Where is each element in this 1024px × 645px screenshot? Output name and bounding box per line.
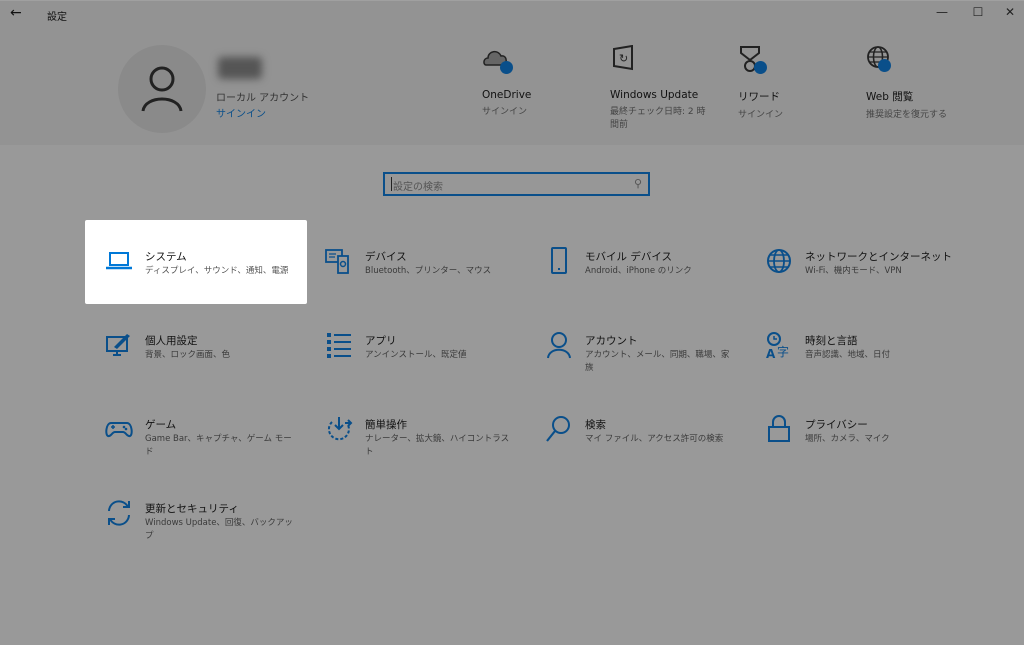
- globe-icon: [767, 249, 791, 273]
- tile-title: プライバシー: [805, 419, 868, 431]
- tile-search[interactable]: 検索 マイ ファイル、アクセス許可の検索: [525, 388, 747, 472]
- rewards-icon: [738, 45, 768, 75]
- phone-icon: [551, 247, 567, 274]
- search-placeholder: 設定の検索: [393, 182, 443, 193]
- lock-icon: [768, 415, 790, 442]
- tile-subtitle: Game Bar、キャプチャ、ゲーム モード: [145, 434, 292, 457]
- svg-text:A: A: [766, 347, 776, 359]
- tile-subtitle: ディスプレイ、サウンド、通知、電源: [145, 266, 289, 276]
- maximize-button[interactable]: ☐: [968, 5, 988, 19]
- globe-icon: [866, 45, 896, 75]
- time-language-icon: A字: [766, 332, 789, 359]
- svg-text:↻: ↻: [619, 52, 628, 65]
- header-item-windows-update[interactable]: ↻ Windows Update 最終チェック日時: 2 時間前: [610, 44, 710, 132]
- header-item-onedrive[interactable]: OneDrive サインイン: [482, 45, 582, 119]
- update-icon: ↻: [610, 44, 640, 75]
- apps-list-icon: [327, 333, 351, 358]
- tile-subtitle: 音声認識、地域、日付: [805, 350, 891, 360]
- svg-text:字: 字: [777, 344, 789, 359]
- tile-title: ネットワークとインターネット: [805, 251, 952, 263]
- tile-title: 検索: [585, 419, 606, 431]
- back-button[interactable]: ←: [10, 5, 22, 21]
- tile-apps-list[interactable]: アプリ アンインストール、既定値: [305, 304, 527, 388]
- laptop-icon: [106, 252, 132, 270]
- tile-gamepad[interactable]: ゲーム Game Bar、キャプチャ、ゲーム モード: [85, 388, 307, 472]
- user-name-blurred: [218, 57, 262, 79]
- tile-title: モバイル デバイス: [585, 251, 673, 263]
- search-input[interactable]: 設定の検索 ⚲: [383, 172, 650, 196]
- tile-subtitle: アカウント、メール、同期、職場、家族: [585, 350, 730, 373]
- search-icon: ⚲: [633, 177, 642, 190]
- tile-title: システム: [145, 251, 187, 263]
- tile-title: アプリ: [365, 335, 397, 347]
- tile-subtitle: Bluetooth、プリンター、マウス: [365, 266, 492, 276]
- devices-icon: [325, 249, 349, 274]
- personalization-icon: [106, 334, 130, 356]
- tile-lock[interactable]: プライバシー 場所、カメラ、マイク: [745, 388, 967, 472]
- close-button[interactable]: ✕: [1000, 5, 1020, 19]
- window-title: 設定: [47, 12, 67, 23]
- tile-subtitle: マイ ファイル、アクセス許可の検索: [585, 434, 724, 444]
- header-item-web-browsing[interactable]: Web 閲覧 推奨設定を復元する: [866, 45, 966, 122]
- tile-subtitle: Android、iPhone のリンク: [585, 266, 692, 276]
- minimize-button[interactable]: —: [932, 5, 952, 19]
- tile-phone[interactable]: モバイル デバイス Android、iPhone のリンク: [525, 220, 747, 304]
- tile-time-language[interactable]: A字 時刻と言語 音声認識、地域、日付: [745, 304, 967, 388]
- person-icon: [141, 66, 183, 112]
- tile-subtitle: ナレーター、拡大鏡、ハイコントラスト: [365, 434, 510, 457]
- tile-ease-of-access[interactable]: 簡単操作 ナレーター、拡大鏡、ハイコントラスト: [305, 388, 527, 472]
- tile-personalization[interactable]: 個人用設定 背景、ロック画面、色: [85, 304, 307, 388]
- tile-subtitle: アンインストール、既定値: [365, 350, 467, 360]
- signin-link[interactable]: サインイン: [216, 105, 266, 120]
- account-type: ローカル アカウント: [216, 93, 310, 104]
- tile-title: 時刻と言語: [805, 335, 858, 347]
- tile-subtitle: Wi-Fi、機内モード、VPN: [805, 266, 902, 276]
- tile-person[interactable]: アカウント アカウント、メール、同期、職場、家族: [525, 304, 747, 388]
- tile-devices[interactable]: デバイス Bluetooth、プリンター、マウス: [305, 220, 527, 304]
- sync-icon: [108, 500, 130, 526]
- tile-title: 更新とセキュリティ: [145, 503, 239, 515]
- cloud-icon: [482, 45, 513, 75]
- tile-laptop[interactable]: システム ディスプレイ、サウンド、通知、電源: [85, 220, 307, 304]
- tile-title: デバイス: [365, 251, 407, 263]
- tile-title: ゲーム: [145, 419, 177, 431]
- title-bar: ← 設定 — ☐ ✕: [0, 0, 1024, 28]
- person-icon: [547, 332, 571, 359]
- gamepad-icon: [105, 422, 133, 438]
- search-icon: [546, 416, 570, 442]
- tile-subtitle: Windows Update、回復、バックアップ: [145, 518, 293, 541]
- avatar[interactable]: [118, 45, 206, 133]
- tile-subtitle: 背景、ロック画面、色: [145, 350, 231, 360]
- tile-title: 個人用設定: [145, 335, 198, 347]
- ease-of-access-icon: [327, 417, 353, 441]
- tile-title: 簡単操作: [365, 419, 407, 431]
- tile-globe[interactable]: ネットワークとインターネット Wi-Fi、機内モード、VPN: [745, 220, 967, 304]
- tile-sync[interactable]: 更新とセキュリティ Windows Update、回復、バックアップ: [85, 472, 307, 556]
- header-item-rewards[interactable]: リワード サインイン: [738, 45, 838, 122]
- tile-subtitle: 場所、カメラ、マイク: [805, 434, 890, 444]
- tile-title: アカウント: [585, 335, 638, 347]
